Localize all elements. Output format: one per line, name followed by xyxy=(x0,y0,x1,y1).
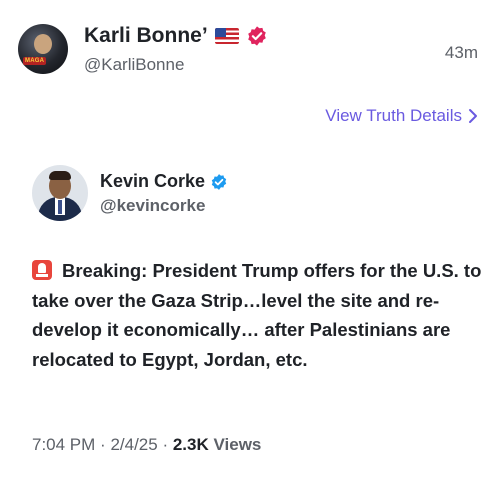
quoted-author-handle[interactable]: @kevincorke xyxy=(100,196,205,216)
author-display-name[interactable]: Karli Bonne’ xyxy=(84,24,268,48)
truth-header: MAGA Karli Bonne’ @KarliBonne 43m xyxy=(0,0,500,90)
siren-emoji-icon xyxy=(32,260,52,280)
us-flag-icon xyxy=(214,28,239,44)
views-count: 2.3K xyxy=(172,435,209,454)
quoted-author-name-text: Kevin Corke xyxy=(100,171,206,191)
post-time-ago: 43m xyxy=(444,43,478,62)
karli-avatar[interactable]: MAGA xyxy=(18,24,68,74)
view-truth-details-link[interactable]: View Truth Details xyxy=(325,106,478,126)
kevin-avatar[interactable] xyxy=(32,165,88,221)
verified-badge-icon xyxy=(211,173,227,190)
avatar-badge-text: MAGA xyxy=(23,57,47,65)
post-body-text: Breaking: President Trump offers for the… xyxy=(32,260,482,370)
post-time[interactable]: 7:04 PM xyxy=(32,435,95,454)
post-meta: 7:04 PM · 2/4/25 · 2.3K Views xyxy=(32,435,262,454)
avatar-face xyxy=(34,34,52,54)
chevron-right-icon xyxy=(469,109,477,123)
author-name-text: Karli Bonne’ xyxy=(84,24,208,47)
views-label: Views xyxy=(213,435,262,454)
author-handle[interactable]: @KarliBonne xyxy=(84,55,184,75)
post-date[interactable]: 2/4/25 xyxy=(110,435,157,454)
view-truth-details-label: View Truth Details xyxy=(325,106,462,125)
verified-badge-icon xyxy=(247,26,266,46)
post-body: Breaking: President Trump offers for the… xyxy=(32,256,482,374)
quoted-author-name[interactable]: Kevin Corke xyxy=(100,171,228,192)
